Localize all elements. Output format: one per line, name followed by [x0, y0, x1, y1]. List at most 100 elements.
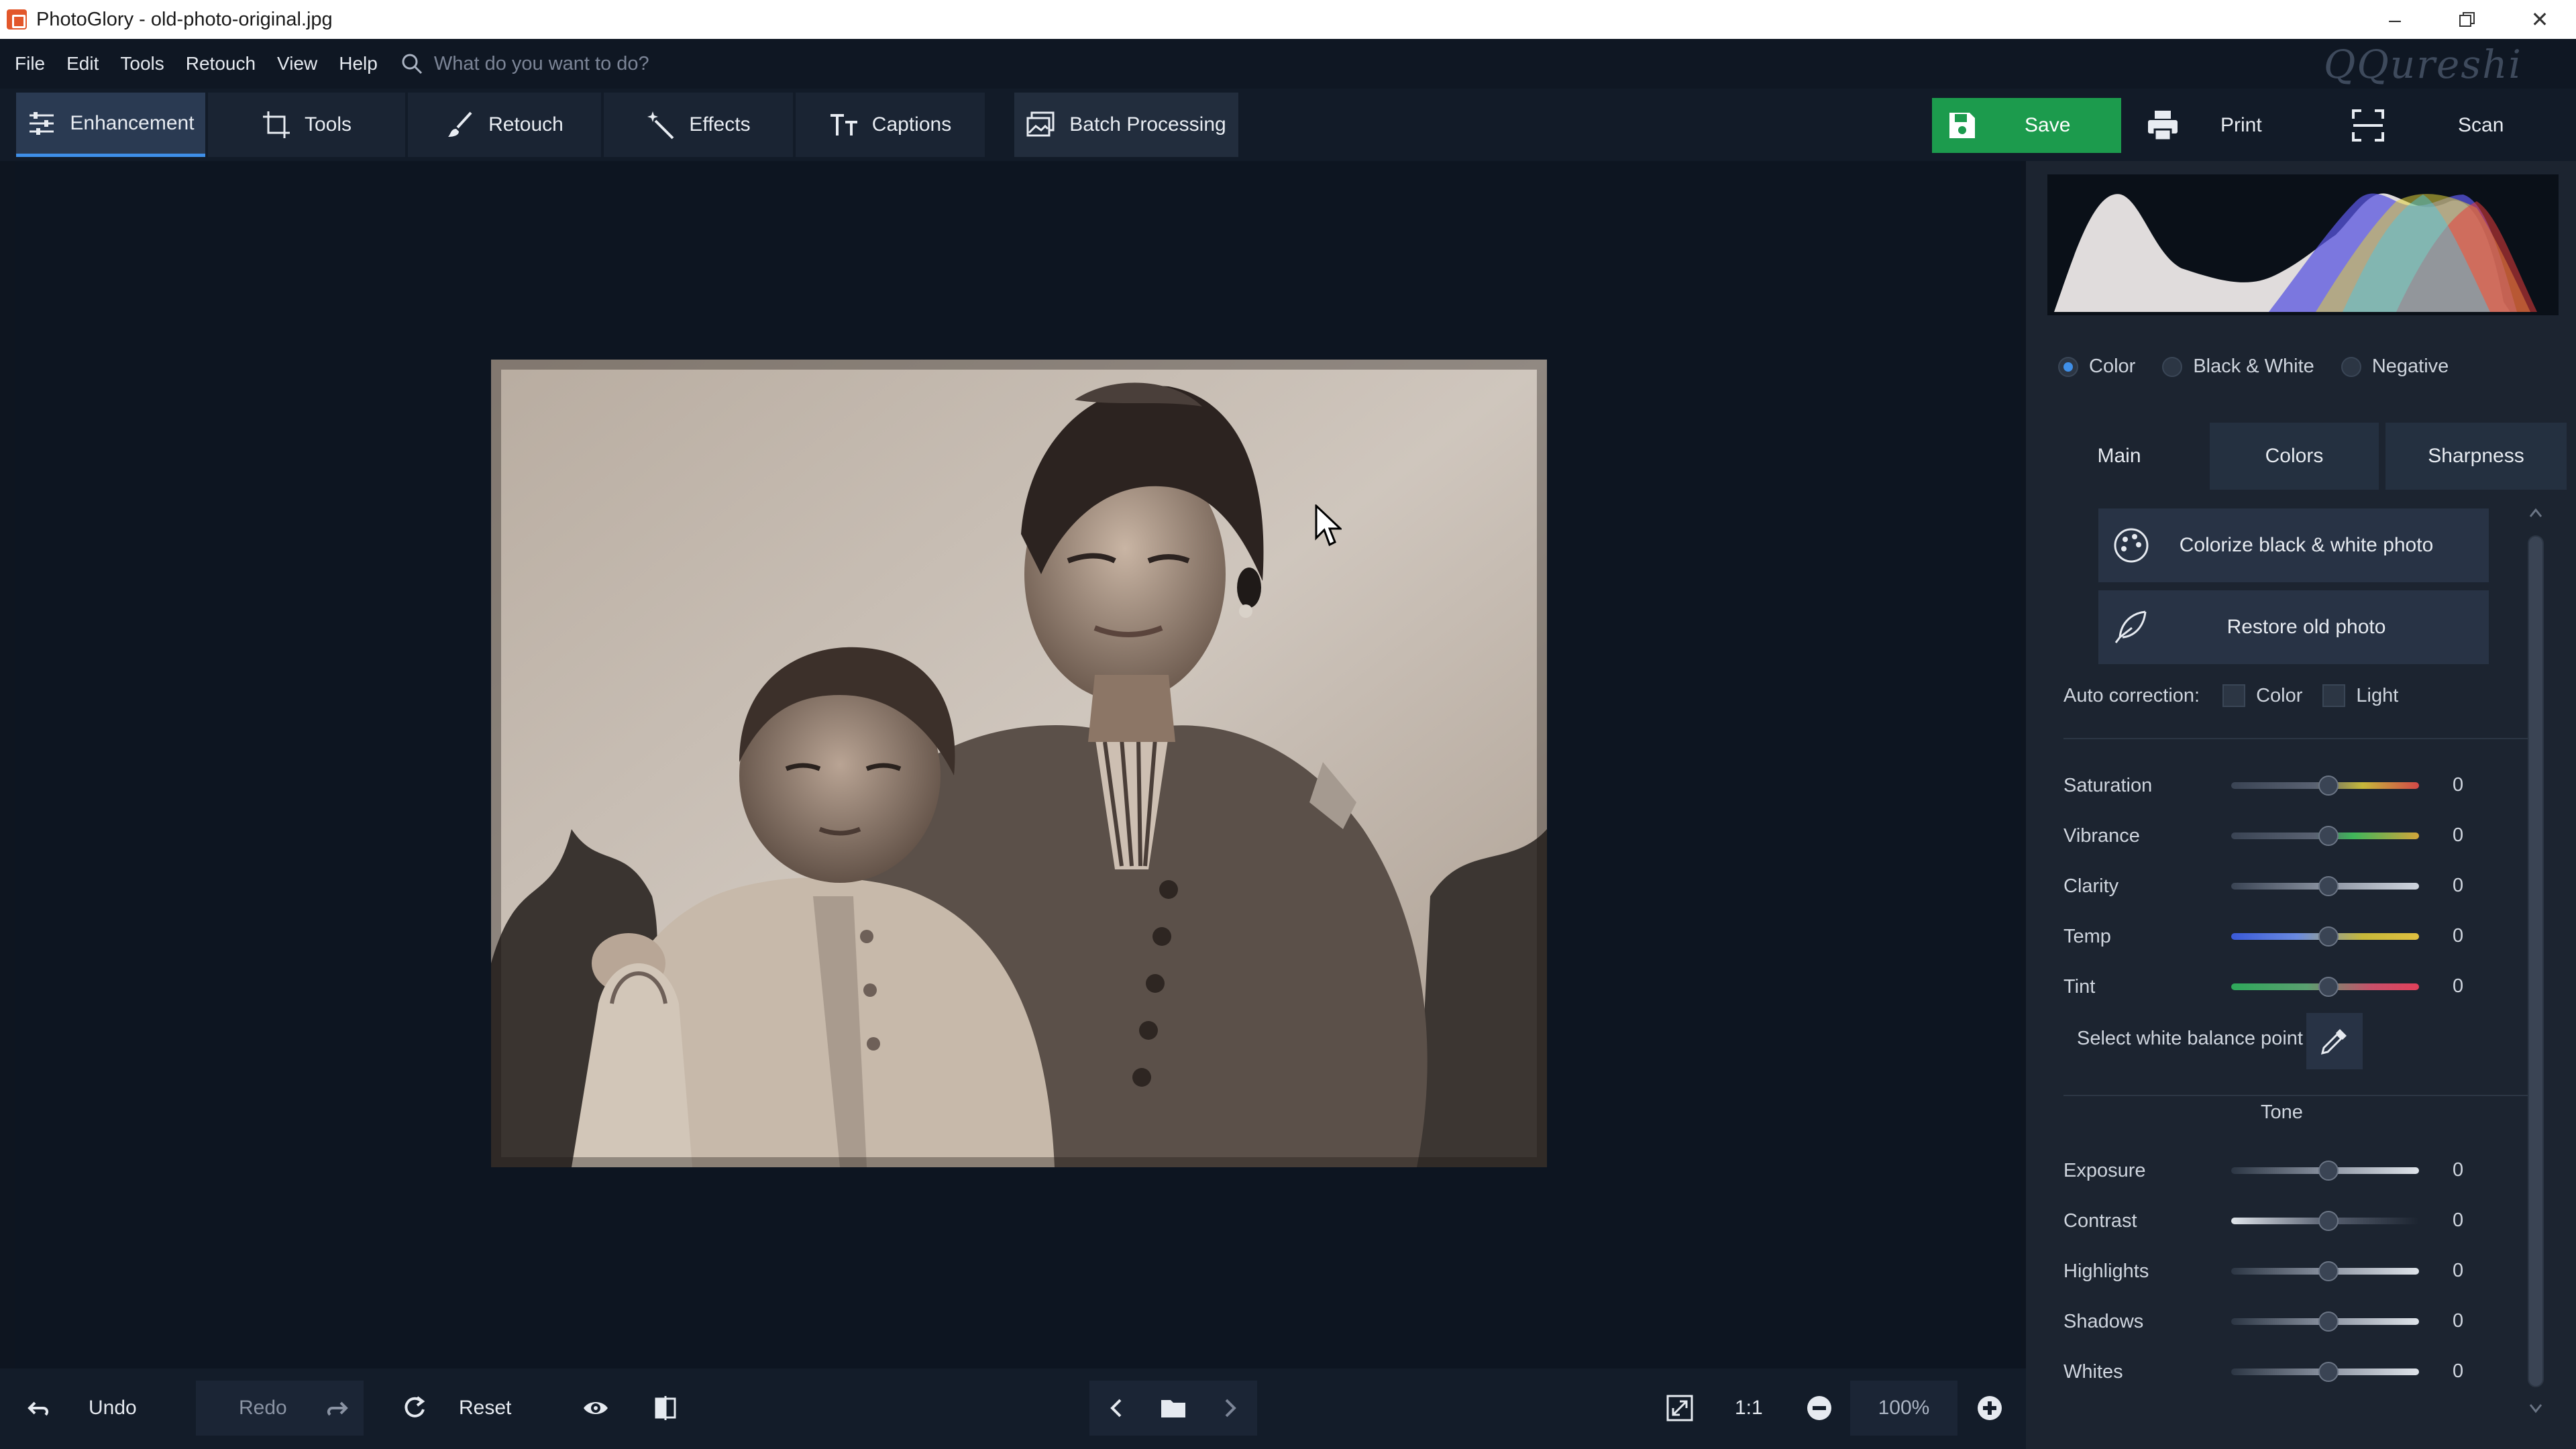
tab-effects[interactable]: Effects — [604, 93, 793, 157]
print-button[interactable]: Print — [2145, 98, 2320, 153]
window-controls: – ✕ — [2359, 0, 2576, 39]
title-bar: PhotoGlory - old-photo-original.jpg – ✕ — [0, 0, 2576, 39]
save-label: Save — [2025, 114, 2071, 136]
printer-icon — [2148, 111, 2178, 142]
next-image-icon[interactable] — [1216, 1395, 1242, 1421]
eye-icon — [584, 1402, 608, 1414]
temp-slider[interactable]: Temp 0 — [2063, 920, 2493, 953]
slider-thumb[interactable] — [2318, 1261, 2339, 1281]
floppy-disk-icon — [1949, 113, 1975, 138]
fit-to-screen-button[interactable] — [1666, 1381, 1701, 1436]
compare-toggle[interactable] — [652, 1381, 687, 1436]
preview-toggle[interactable] — [582, 1381, 617, 1436]
menu-retouch[interactable]: Retouch — [186, 53, 256, 74]
actual-size-button[interactable]: 1:1 — [1735, 1381, 1770, 1436]
exposure-slider[interactable]: Exposure 0 — [2063, 1154, 2493, 1187]
undo-button[interactable]: Undo — [25, 1381, 160, 1436]
tab-main[interactable]: Main — [2035, 423, 2203, 490]
contrast-slider[interactable]: Contrast 0 — [2063, 1204, 2493, 1238]
zoom-out-button[interactable] — [1806, 1381, 1841, 1436]
brush-icon — [448, 111, 472, 137]
app-logo-icon — [7, 9, 27, 30]
tab-captions[interactable]: Captions — [796, 93, 985, 157]
compare-icon — [655, 1396, 676, 1420]
slider-thumb[interactable] — [2318, 826, 2339, 846]
slider-thumb[interactable] — [2318, 876, 2339, 896]
slider-label: Tint — [2063, 975, 2096, 998]
slider-value: 0 — [2453, 1210, 2464, 1231]
radio-negative[interactable] — [2341, 356, 2361, 377]
divider — [2063, 1095, 2530, 1096]
images-icon — [1026, 111, 1055, 137]
photo-canvas[interactable] — [15, 161, 2021, 1368]
radio-black-white[interactable] — [2162, 356, 2183, 377]
tab-enhancement[interactable]: Enhancement — [16, 93, 205, 157]
menu-help[interactable]: Help — [339, 53, 378, 74]
auto-color-checkbox[interactable] — [2222, 684, 2246, 707]
vibrance-slider[interactable]: Vibrance 0 — [2063, 819, 2493, 853]
magic-wand-icon — [647, 111, 674, 140]
colorize-button[interactable]: Colorize black & white photo — [2098, 508, 2489, 582]
shadows-slider[interactable]: Shadows 0 — [2063, 1305, 2493, 1338]
search-input[interactable] — [433, 52, 837, 75]
colorize-label: Colorize black & white photo — [2179, 534, 2434, 556]
menu-edit[interactable]: Edit — [66, 53, 99, 74]
tab-retouch[interactable]: Retouch — [408, 93, 601, 157]
tab-colors[interactable]: Colors — [2210, 423, 2379, 490]
redo-icon — [327, 1401, 348, 1416]
slider-thumb[interactable] — [2318, 1161, 2339, 1181]
mode-color-label: Color — [2089, 356, 2136, 377]
tab-sharpness[interactable]: Sharpness — [2385, 423, 2567, 490]
window-title: PhotoGlory - old-photo-original.jpg — [36, 8, 333, 30]
auto-light-checkbox[interactable] — [2322, 684, 2346, 707]
tab-tools[interactable]: Tools — [208, 93, 405, 157]
reset-button[interactable]: Reset — [401, 1381, 549, 1436]
slider-label: Shadows — [2063, 1310, 2144, 1332]
menu-file[interactable]: File — [15, 53, 45, 74]
print-label: Print — [2220, 114, 2262, 136]
slider-thumb[interactable] — [2318, 1362, 2339, 1382]
redo-button[interactable]: Redo — [196, 1381, 364, 1436]
scan-icon — [2352, 109, 2384, 142]
zoom-level[interactable]: 100% — [1850, 1381, 1957, 1436]
image-navigation — [1089, 1381, 1257, 1436]
radio-color[interactable] — [2058, 356, 2078, 377]
slider-thumb[interactable] — [2318, 1211, 2339, 1231]
old-photo-image[interactable] — [491, 360, 1547, 1167]
whites-slider[interactable]: Whites 0 — [2063, 1355, 2493, 1389]
histogram — [2047, 174, 2559, 315]
actual-size-label: 1:1 — [1735, 1397, 1763, 1419]
slider-label: Whites — [2063, 1360, 2123, 1383]
white-balance-picker-button[interactable] — [2306, 1013, 2363, 1069]
slider-thumb[interactable] — [2318, 775, 2339, 796]
saturation-slider[interactable]: Saturation 0 — [2063, 769, 2493, 802]
slider-label: Clarity — [2063, 875, 2119, 897]
minimize-icon[interactable]: – — [2359, 0, 2431, 39]
scan-label: Scan — [2458, 114, 2504, 136]
menu-view[interactable]: View — [277, 53, 317, 74]
slider-label: Contrast — [2063, 1210, 2137, 1232]
slider-thumb[interactable] — [2318, 977, 2339, 997]
close-icon[interactable]: ✕ — [2504, 0, 2576, 39]
previous-image-icon[interactable] — [1104, 1395, 1131, 1421]
divider — [2063, 738, 2530, 739]
zoom-in-button[interactable] — [1976, 1381, 2011, 1436]
slider-value: 0 — [2453, 975, 2464, 997]
slider-thumb[interactable] — [2318, 926, 2339, 947]
tab-label: Tools — [304, 113, 352, 136]
slider-thumb[interactable] — [2318, 1311, 2339, 1332]
restore-old-photo-button[interactable]: Restore old photo — [2098, 590, 2489, 664]
slider-value: 0 — [2453, 875, 2464, 896]
tint-slider[interactable]: Tint 0 — [2063, 970, 2493, 1004]
restore-icon[interactable] — [2431, 0, 2504, 39]
folder-icon[interactable] — [1160, 1395, 1187, 1421]
panel-scrollbar[interactable] — [2522, 502, 2549, 1428]
tab-batch-processing[interactable]: Batch Processing — [1014, 93, 1238, 157]
save-button[interactable]: Save — [1932, 98, 2121, 153]
menu-tools[interactable]: Tools — [120, 53, 164, 74]
scan-button[interactable]: Scan — [2351, 98, 2552, 153]
sliders-icon — [30, 111, 54, 135]
search-box — [400, 52, 837, 75]
clarity-slider[interactable]: Clarity 0 — [2063, 869, 2493, 903]
highlights-slider[interactable]: Highlights 0 — [2063, 1254, 2493, 1288]
